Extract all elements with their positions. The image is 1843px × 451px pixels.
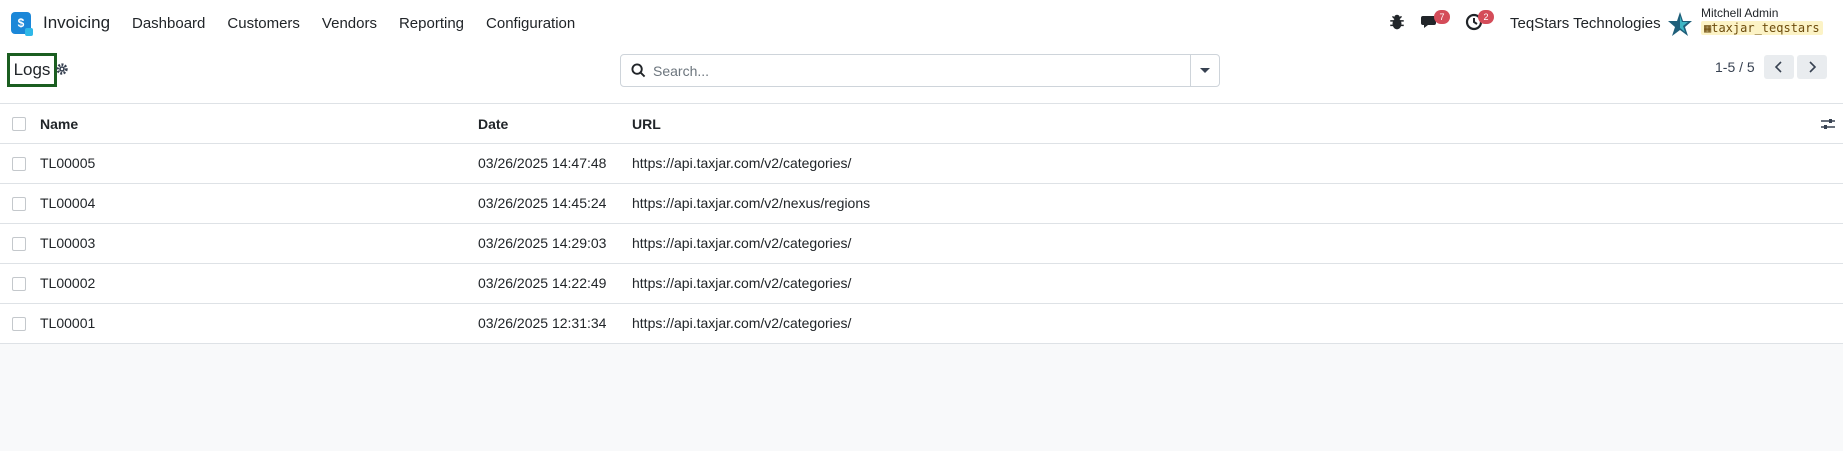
cell-name: TL00004: [40, 195, 96, 211]
row-checkbox[interactable]: [12, 157, 26, 171]
activities-button[interactable]: 2: [1465, 10, 1494, 33]
activities-count-badge: 2: [1478, 10, 1494, 24]
messages-count-badge: 7: [1434, 10, 1450, 24]
star-avatar-icon: [1668, 12, 1692, 36]
menu-customers[interactable]: Customers: [227, 15, 300, 32]
column-header-date[interactable]: Date: [478, 116, 508, 132]
cell-name: TL00002: [40, 275, 96, 291]
cell-date: 03/26/2025 14:45:24: [478, 195, 607, 211]
menu-dashboard[interactable]: Dashboard: [132, 15, 205, 32]
cell-name: TL00003: [40, 235, 96, 251]
cell-url: https://api.taxjar.com/v2/categories/: [632, 235, 852, 251]
app-name[interactable]: Invoicing: [43, 13, 110, 33]
cell-date: 03/26/2025 14:29:03: [478, 235, 607, 251]
table-row[interactable]: TL00002 03/26/2025 14:22:49 https://api.…: [0, 264, 1843, 304]
pager-previous-button[interactable]: [1764, 55, 1794, 79]
row-checkbox[interactable]: [12, 277, 26, 291]
table-row[interactable]: TL00001 03/26/2025 12:31:34 https://api.…: [0, 304, 1843, 344]
menu-reporting[interactable]: Reporting: [399, 15, 464, 32]
select-all-checkbox[interactable]: [12, 117, 26, 131]
search-options-toggle[interactable]: [1190, 55, 1219, 86]
cell-name: TL00001: [40, 315, 96, 331]
cell-url: https://api.taxjar.com/v2/categories/: [632, 315, 852, 331]
cell-url: https://api.taxjar.com/v2/categories/: [632, 155, 852, 171]
chevron-down-icon: [1200, 68, 1210, 73]
optional-columns-icon[interactable]: [1821, 117, 1835, 131]
control-panel: Logs 1-5 / 5: [0, 46, 1843, 103]
page-title: Logs: [7, 53, 57, 87]
search-icon: [631, 63, 646, 78]
messages-button[interactable]: 7: [1421, 10, 1450, 33]
table-header: Name Date URL: [0, 103, 1843, 144]
search-bar: [620, 54, 1220, 87]
cell-date: 03/26/2025 14:47:48: [478, 155, 607, 171]
main-menu: Dashboard Customers Vendors Reporting Co…: [132, 15, 597, 32]
logs-list: Name Date URL TL00005 03/26/2025 14:47:4…: [0, 103, 1843, 344]
column-header-url[interactable]: URL: [632, 116, 661, 132]
column-header-name[interactable]: Name: [40, 116, 78, 132]
cell-date: 03/26/2025 12:31:34: [478, 315, 607, 331]
cell-name: TL00005: [40, 155, 96, 171]
gear-icon[interactable]: [55, 62, 69, 76]
chevron-left-icon: [1774, 61, 1782, 73]
search-input[interactable]: [653, 55, 1208, 86]
table-row[interactable]: TL00004 03/26/2025 14:45:24 https://api.…: [0, 184, 1843, 224]
invoicing-app-icon[interactable]: $: [11, 12, 33, 36]
chevron-right-icon: [1809, 61, 1817, 73]
database-label: taxjar_teqstars: [1711, 21, 1820, 35]
user-avatar[interactable]: [1666, 10, 1694, 38]
table-row[interactable]: TL00005 03/26/2025 14:47:48 https://api.…: [0, 144, 1843, 184]
row-checkbox[interactable]: [12, 317, 26, 331]
user-name[interactable]: Mitchell Admin: [1701, 6, 1778, 20]
cell-url: https://api.taxjar.com/v2/categories/: [632, 275, 852, 291]
menu-configuration[interactable]: Configuration: [486, 15, 575, 32]
pager-next-button[interactable]: [1797, 55, 1827, 79]
pager-value[interactable]: 1-5 / 5: [1715, 59, 1755, 75]
menu-vendors[interactable]: Vendors: [322, 15, 377, 32]
cell-url: https://api.taxjar.com/v2/nexus/regions: [632, 195, 871, 211]
table-row[interactable]: TL00003 03/26/2025 14:29:03 https://api.…: [0, 224, 1843, 264]
row-checkbox[interactable]: [12, 237, 26, 251]
cell-date: 03/26/2025 14:22:49: [478, 275, 607, 291]
top-navbar: $ Invoicing Dashboard Customers Vendors …: [0, 0, 1843, 46]
company-switcher[interactable]: TeqStars Technologies: [1510, 15, 1661, 32]
database-name: ▦taxjar_teqstars: [1701, 21, 1823, 35]
row-checkbox[interactable]: [12, 197, 26, 211]
bug-icon[interactable]: [1388, 13, 1408, 33]
